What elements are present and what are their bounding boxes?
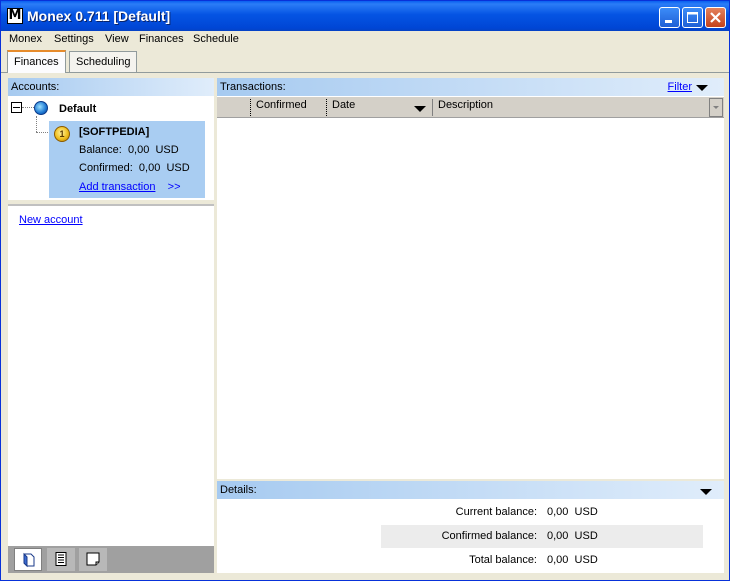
window-title: Monex 0.711 [Default] [27,8,171,24]
minimize-icon [665,20,672,23]
coin-icon: 1 [54,126,70,142]
list-icon [55,552,67,566]
globe-icon [34,101,48,115]
column-description[interactable]: Description [438,99,493,111]
total-balance-row: Total balance: 0,00 USD [381,549,703,572]
tree-connector [36,116,37,132]
column-separator[interactable] [326,99,327,116]
title-bar[interactable]: M Monex 0.711 [Default] [1,1,729,31]
tree-collapse-icon[interactable] [11,102,22,113]
value: 0,00 [547,530,569,542]
column-chooser-button[interactable] [709,98,723,117]
value: 0,00 [547,506,569,518]
currency: USD [574,554,598,566]
note-icon [86,552,100,566]
currency: USD [574,506,598,518]
notes-view-button[interactable] [79,548,107,571]
close-icon [710,12,721,23]
add-transaction-arrows[interactable]: >> [168,181,181,193]
confirmed-value: 0,00 [138,162,161,174]
details-collapse-icon[interactable] [700,489,712,495]
tree-connector [36,132,48,133]
maximize-button[interactable] [682,7,703,28]
account-name: [SOFTPEDIA] [79,126,150,138]
confirmed-label: Confirmed: [79,162,133,174]
column-separator[interactable] [432,99,433,116]
current-balance-row: Current balance: 0,00 USD [381,501,703,524]
accounts-view-button[interactable] [14,548,42,571]
transactions-panel: Transactions: Filter Confirmed Date Desc… [217,78,724,479]
balance-label: Balance: [79,144,122,156]
account-card[interactable]: 1 [SOFTPEDIA] Balance: 0,00 USD Confirme… [49,121,205,198]
balance-row: Balance: 0,00 USD [79,144,179,156]
add-transaction-label[interactable]: Add transaction [79,181,155,193]
balance-currency: USD [155,144,179,156]
currency: USD [574,530,598,542]
menu-bar: Monex Settings View Finances Schedule [1,31,729,49]
maximize-icon [687,12,698,23]
column-separator[interactable] [250,99,251,116]
new-account-link[interactable]: New account [19,214,83,226]
current-balance-value: 0,00 USD [547,506,598,518]
total-balance-label: Total balance: [469,554,537,566]
transactions-title: Transactions: [220,81,286,93]
bottom-toolbar [8,546,214,573]
menu-settings[interactable]: Settings [54,33,94,45]
menu-monex[interactable]: Monex [9,33,42,45]
confirmed-currency: USD [166,162,190,174]
confirmed-balance-value: 0,00 USD [547,530,598,542]
close-button[interactable] [705,7,726,28]
account-group-default[interactable]: Default [59,103,96,115]
transactions-grid-header: Confirmed Date Description [217,97,724,118]
menu-schedule[interactable]: Schedule [193,33,239,45]
confirmed-row: Confirmed: 0,00 USD [79,162,190,174]
filter-dropdown-icon[interactable] [696,85,708,91]
accounts-actions-panel: New account [8,204,214,546]
accounts-header: Accounts: [8,78,214,96]
tab-finances[interactable]: Finances [7,50,66,73]
menu-view[interactable]: View [105,33,129,45]
total-balance-value: 0,00 USD [547,554,598,566]
value: 0,00 [547,554,569,566]
sort-descending-icon [414,106,426,112]
book-icon [23,552,35,568]
add-transaction-link[interactable]: Add transaction >> [79,181,181,193]
balance-value: 0,00 [127,144,150,156]
details-header: Details: [217,481,724,499]
tab-strip: Finances Scheduling [1,49,729,73]
accounts-panel: Accounts: Default 1 [SOFTPEDIA] Balance:… [8,78,214,200]
transactions-header: Transactions: [217,78,724,96]
list-view-button[interactable] [47,548,75,571]
details-panel: Details: Current balance: 0,00 USD Confi… [217,481,724,573]
column-confirmed[interactable]: Confirmed [256,99,307,111]
minimize-button[interactable] [659,7,680,28]
app-window: M Monex 0.711 [Default] Monex Settings V… [0,0,730,581]
confirmed-balance-row: Confirmed balance: 0,00 USD [381,525,703,548]
menu-finances[interactable]: Finances [139,33,184,45]
app-icon: M [7,8,23,24]
column-date[interactable]: Date [332,99,355,111]
tab-scheduling[interactable]: Scheduling [69,51,138,72]
tree-connector [22,107,34,108]
filter-link[interactable]: Filter [668,81,692,93]
confirmed-balance-label: Confirmed balance: [441,530,537,542]
current-balance-label: Current balance: [455,506,537,518]
